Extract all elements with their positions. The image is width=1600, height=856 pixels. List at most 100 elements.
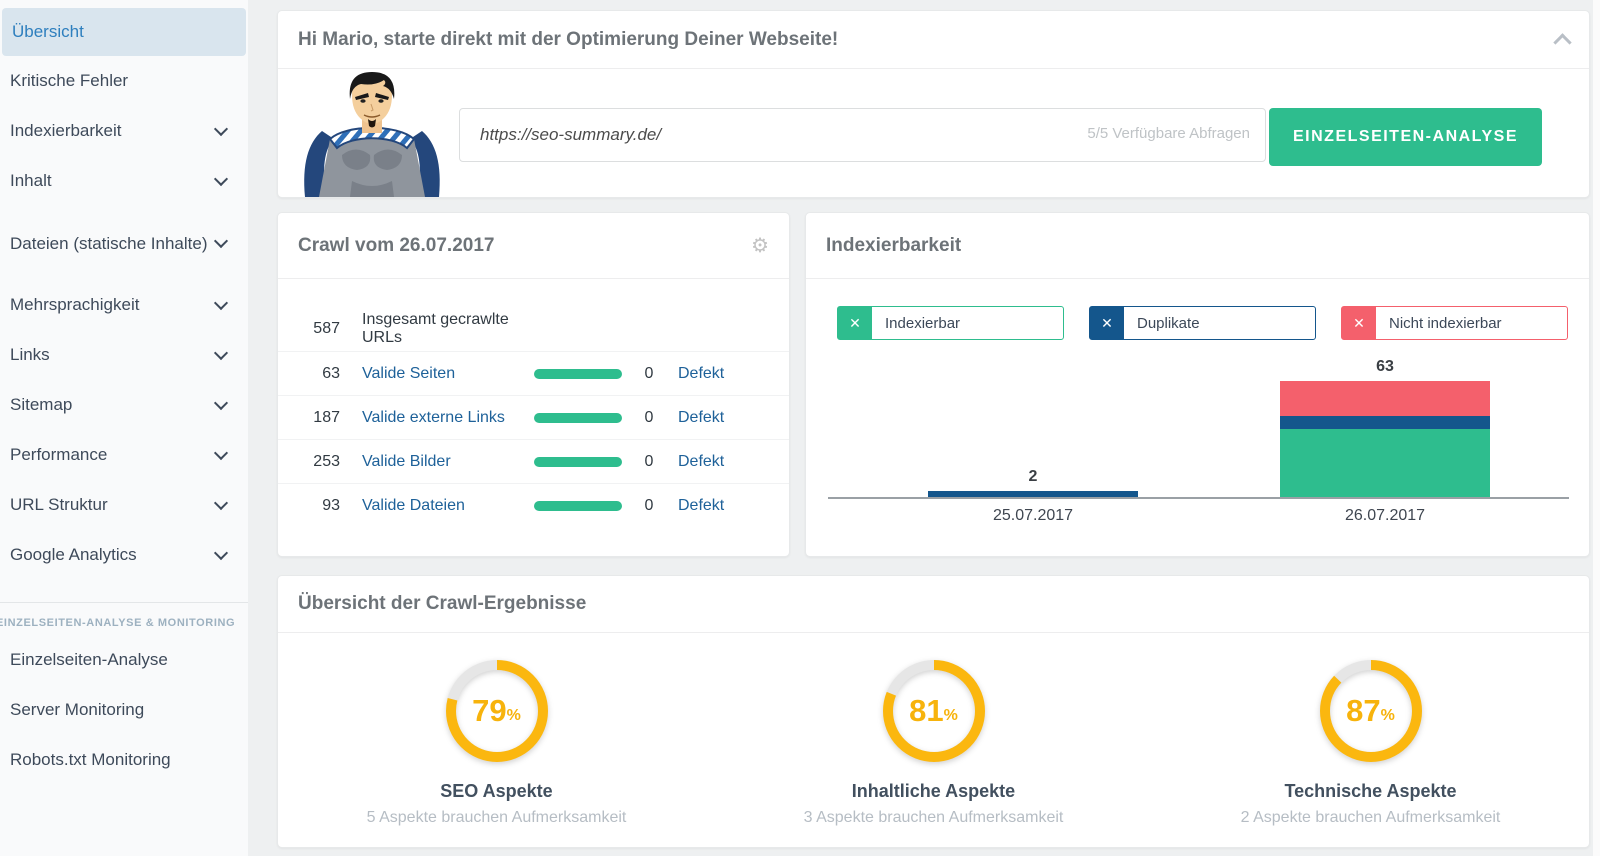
collapse-chevron-up-icon[interactable] xyxy=(1553,33,1571,51)
gauge-percent: 79 xyxy=(472,693,506,729)
gauge-percent: 81 xyxy=(909,693,943,729)
x-icon: ✕ xyxy=(1342,307,1376,339)
sidebar-item-label: URL Struktur xyxy=(10,495,108,515)
defect-count: 0 xyxy=(634,365,664,383)
chevron-down-icon xyxy=(214,346,228,360)
legend-filter-indexierbar[interactable]: ✕ Indexierbar xyxy=(837,306,1064,340)
percent-sign: % xyxy=(1381,707,1395,725)
valide-bilder-link[interactable]: Valide Bilder xyxy=(362,453,534,471)
sidebar-item-inhalt[interactable]: Inhalt xyxy=(0,156,248,206)
defect-count: 0 xyxy=(634,409,664,427)
row-count: 253 xyxy=(296,453,340,471)
scrollbar[interactable] xyxy=(1593,0,1600,856)
sidebar-item-label: Kritische Fehler xyxy=(10,71,128,91)
defekt-link[interactable]: Defekt xyxy=(678,497,724,515)
sidebar-item-label: Einzelseiten-Analyse xyxy=(10,650,168,670)
sidebar-item-url-struktur[interactable]: URL Struktur xyxy=(0,480,248,530)
gauge-title: SEO Aspekte xyxy=(440,781,552,802)
gauge-note: 3 Aspekte brauchen Aufmerksamkeit xyxy=(804,809,1064,827)
indexierbarkeit-card-title: Indexierbarkeit xyxy=(826,235,961,257)
progress-bar xyxy=(534,457,622,467)
url-input[interactable] xyxy=(459,108,1266,162)
stacked-bar-chart: 2 63 25.07.2017 26.07.2017 xyxy=(828,341,1569,499)
superhero-mascot-image xyxy=(292,69,452,197)
indexierbarkeit-card: Indexierbarkeit ✕ Indexierbar ✕ Duplikat… xyxy=(805,212,1590,557)
progress-bar xyxy=(534,369,622,379)
crawl-total-row: 587 Insgesamt gecrawlte URLs xyxy=(278,307,789,351)
x-icon: ✕ xyxy=(1090,307,1124,339)
legend-filter-nicht-indexierbar[interactable]: ✕ Nicht indexierbar xyxy=(1341,306,1568,340)
sidebar-item-mehrsprachigkeit[interactable]: Mehrsprachigkeit xyxy=(0,280,248,330)
table-row: 63 Valide Seiten 0 Defekt xyxy=(278,351,789,395)
sidebar-item-indexierbarkeit[interactable]: Indexierbarkeit xyxy=(0,106,248,156)
gauge-title: Inhaltliche Aspekte xyxy=(852,781,1015,802)
row-count: 63 xyxy=(296,365,340,383)
defekt-link[interactable]: Defekt xyxy=(678,409,724,427)
chevron-down-icon xyxy=(214,546,228,560)
inhaltliche-aspekte-gauge: 81 % Inhaltliche Aspekte 3 Aspekte brauc… xyxy=(715,655,1152,827)
sidebar-item-label: Robots.txt Monitoring xyxy=(10,750,171,770)
sidebar-item-uebersicht[interactable]: Übersicht xyxy=(2,8,246,56)
gauge-percent: 87 xyxy=(1346,693,1380,729)
sidebar-item-label: Performance xyxy=(10,445,107,465)
indexierbarkeit-card-header: Indexierbarkeit xyxy=(806,213,1589,279)
gear-icon[interactable]: ⚙ xyxy=(751,236,769,256)
x-axis-label: 25.07.2017 xyxy=(928,507,1138,525)
percent-sign: % xyxy=(507,707,521,725)
crawl-card: Crawl vom 26.07.2017 ⚙ 587 Insgesamt gec… xyxy=(277,212,790,557)
sidebar-item-google-analytics[interactable]: Google Analytics xyxy=(0,530,248,580)
crawl-results-card-title: Übersicht der Crawl-Ergebnisse xyxy=(298,593,586,615)
table-row: 93 Valide Dateien 0 Defekt xyxy=(278,483,789,527)
einzelseiten-analyse-button[interactable]: EINZELSEITEN-ANALYSE xyxy=(1269,108,1542,166)
sidebar-item-kritische-fehler[interactable]: Kritische Fehler xyxy=(0,56,248,106)
sidebar-item-einzelseiten-analyse[interactable]: Einzelseiten-Analyse xyxy=(0,635,248,685)
valide-dateien-link[interactable]: Valide Dateien xyxy=(362,497,534,515)
table-row: 187 Valide externe Links 0 Defekt xyxy=(278,395,789,439)
sidebar-item-performance[interactable]: Performance xyxy=(0,430,248,480)
legend-label: Indexierbar xyxy=(872,315,960,332)
sidebar-item-sitemap[interactable]: Sitemap xyxy=(0,380,248,430)
sidebar-item-label: Inhalt xyxy=(10,171,52,191)
sidebar-item-label: Mehrsprachigkeit xyxy=(10,295,139,315)
sidebar-item-label: Sitemap xyxy=(10,395,72,415)
greeting-title: Hi Mario, starte direkt mit der Optimier… xyxy=(298,29,838,51)
bar-25-07: 2 xyxy=(928,468,1138,497)
sidebar-item-label: Indexierbarkeit xyxy=(10,121,122,141)
crawl-card-title: Crawl vom 26.07.2017 xyxy=(298,235,494,257)
sidebar-item-label: Google Analytics xyxy=(10,545,137,565)
legend-label: Nicht indexierbar xyxy=(1376,315,1502,332)
row-count: 93 xyxy=(296,497,340,515)
sidebar-item-links[interactable]: Links xyxy=(0,330,248,380)
defect-count: 0 xyxy=(634,497,664,515)
sidebar-item-label: Links xyxy=(10,345,50,365)
chevron-down-icon xyxy=(214,234,228,248)
defekt-link[interactable]: Defekt xyxy=(678,365,724,383)
bar-segment-duplikate xyxy=(1280,416,1490,429)
progress-bar xyxy=(534,501,622,511)
sidebar-section-label: EINZELSEITEN-ANALYSE & MONITORING xyxy=(0,603,248,633)
gauge-note: 5 Aspekte brauchen Aufmerksamkeit xyxy=(367,809,627,827)
chevron-down-icon xyxy=(214,172,228,186)
bar-segment-duplikate xyxy=(928,491,1138,497)
defect-count: 0 xyxy=(634,453,664,471)
bar-segment-indexierbar xyxy=(1280,429,1490,497)
defekt-link[interactable]: Defekt xyxy=(678,453,724,471)
sidebar-item-dateien[interactable]: Dateien (statische Inhalte) xyxy=(0,206,248,280)
crawl-total-count: 587 xyxy=(296,320,340,338)
gauge-note: 2 Aspekte brauchen Aufmerksamkeit xyxy=(1241,809,1501,827)
crawl-card-header: Crawl vom 26.07.2017 ⚙ xyxy=(278,213,789,279)
valide-seiten-link[interactable]: Valide Seiten xyxy=(362,365,534,383)
sidebar-item-label: Dateien (statische Inhalte) xyxy=(10,232,208,255)
chevron-down-icon xyxy=(214,296,228,310)
seo-dashboard: Übersicht Kritische Fehler Indexierbarke… xyxy=(0,0,1600,856)
chevron-down-icon xyxy=(214,122,228,136)
sidebar-item-label: Server Monitoring xyxy=(10,700,144,720)
chevron-down-icon xyxy=(214,496,228,510)
progress-bar xyxy=(534,413,622,423)
bar-26-07: 63 xyxy=(1280,358,1490,497)
legend-filter-duplikate[interactable]: ✕ Duplikate xyxy=(1089,306,1316,340)
sidebar-item-robots-monitoring[interactable]: Robots.txt Monitoring xyxy=(0,735,248,785)
valide-externe-links-link[interactable]: Valide externe Links xyxy=(362,409,534,427)
crawl-results-card: Übersicht der Crawl-Ergebnisse 79 % SEO … xyxy=(277,575,1590,848)
sidebar-item-server-monitoring[interactable]: Server Monitoring xyxy=(0,685,248,735)
